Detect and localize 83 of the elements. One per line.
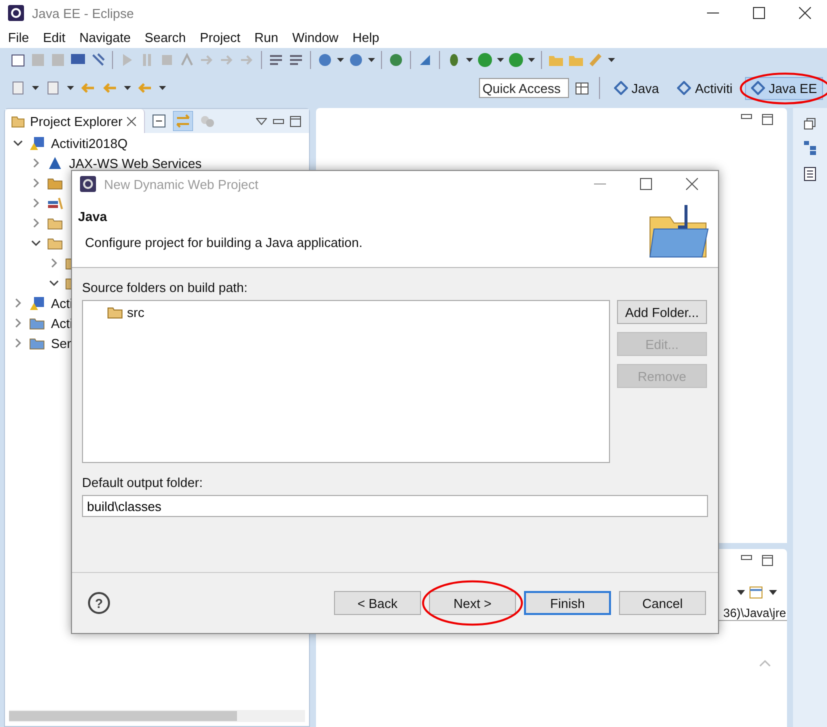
- page-heading: Java: [78, 209, 108, 224]
- minimize-icon[interactable]: [741, 114, 752, 119]
- maximize-icon[interactable]: [290, 116, 301, 126]
- open-perspective-icon[interactable]: [574, 80, 591, 96]
- service-icon: [47, 155, 63, 171]
- dialog-button[interactable]: < Back: [334, 591, 421, 615]
- caret-icon[interactable]: [159, 86, 166, 90]
- package-folder-icon: [107, 305, 123, 319]
- output-folder-field[interactable]: build\classes: [82, 495, 708, 517]
- caret-icon[interactable]: [256, 118, 267, 124]
- page-icon[interactable]: [45, 80, 61, 96]
- page-icon[interactable]: [749, 584, 765, 600]
- caret-icon[interactable]: [769, 590, 777, 594]
- maximize-icon[interactable]: [762, 555, 773, 566]
- eclipse-logo-icon: [8, 5, 24, 21]
- link-icon[interactable]: [173, 111, 194, 131]
- project-icon: [29, 135, 45, 151]
- perspective-tab[interactable]: Java EE: [744, 76, 823, 100]
- dialog-title: New Dynamic Web Project: [104, 176, 258, 192]
- outline-icon[interactable]: [803, 140, 817, 156]
- lines-icon[interactable]: [288, 52, 304, 68]
- perspective-tab[interactable]: Activiti: [671, 76, 739, 100]
- source-folder-list[interactable]: src: [82, 300, 610, 463]
- menu-item[interactable]: Run: [254, 30, 278, 44]
- menu-item[interactable]: Edit: [42, 30, 66, 44]
- caret-icon[interactable]: [124, 86, 131, 90]
- caret-icon[interactable]: [337, 58, 344, 62]
- globe-icon[interactable]: [388, 52, 404, 68]
- console-text: 36)\Java\jre: [723, 606, 786, 620]
- tree-item[interactable]: Activiti2018Q: [51, 136, 128, 150]
- caret-icon[interactable]: [608, 58, 615, 62]
- maximize-icon[interactable]: [753, 7, 765, 19]
- menu-item[interactable]: Project: [200, 30, 240, 44]
- perspective-icon: [750, 81, 765, 95]
- list-icon[interactable]: [803, 166, 817, 182]
- project-icon: [29, 295, 45, 311]
- caret-icon[interactable]: [368, 58, 375, 62]
- restore-icon[interactable]: [804, 118, 816, 130]
- close-icon[interactable]: [799, 7, 811, 19]
- view-tab[interactable]: Project Explorer: [5, 109, 146, 133]
- window-title: Java EE - Eclipse: [32, 6, 134, 20]
- caret-icon[interactable]: [67, 86, 74, 90]
- close-icon[interactable]: [686, 178, 698, 190]
- maximize-icon[interactable]: [762, 114, 773, 125]
- perspective-tab[interactable]: Java: [608, 76, 666, 100]
- eclipse-logo-icon: [80, 176, 96, 192]
- collapse-all-icon[interactable]: [151, 113, 168, 129]
- minimize-icon[interactable]: [273, 118, 284, 124]
- page-icon[interactable]: [10, 52, 26, 68]
- menu-item[interactable]: Window: [292, 30, 338, 44]
- page-description: Configure project for building a Java application.: [84, 235, 364, 250]
- horizontal-scrollbar[interactable]: [9, 710, 305, 722]
- minimize-icon[interactable]: [741, 555, 752, 560]
- side-button[interactable]: Add Folder...: [617, 300, 707, 324]
- menu-item[interactable]: Navigate: [79, 30, 131, 44]
- menu-item[interactable]: File: [8, 30, 29, 44]
- perspective-icon: [677, 81, 692, 95]
- scrollbar-thumb[interactable]: [9, 711, 237, 721]
- dialog-button[interactable]: Finish: [524, 591, 611, 615]
- menu-item[interactable]: Search: [144, 30, 186, 44]
- dialog-button[interactable]: Cancel: [619, 591, 706, 615]
- tree-item[interactable]: Ser: [51, 336, 72, 350]
- caret-icon[interactable]: [737, 590, 745, 594]
- close-icon[interactable]: [127, 116, 136, 126]
- caret-icon[interactable]: [466, 58, 473, 62]
- lines-icon[interactable]: [268, 52, 284, 68]
- scroll-up-icon[interactable]: [759, 659, 771, 667]
- dialog-button[interactable]: Next >: [429, 591, 516, 615]
- page-icon[interactable]: [10, 80, 26, 96]
- folder-icon: [11, 114, 25, 128]
- perspective-icon: [614, 81, 628, 95]
- caret-icon[interactable]: [528, 58, 535, 62]
- caret-icon[interactable]: [497, 58, 504, 62]
- tree-item[interactable]: JAX-WS Web Services: [69, 156, 202, 170]
- caret-icon[interactable]: [32, 86, 39, 90]
- maximize-icon[interactable]: [640, 178, 652, 190]
- quick-access-field[interactable]: Quick Access: [478, 78, 569, 98]
- help-button[interactable]: ?: [88, 592, 110, 614]
- list-item[interactable]: src: [127, 304, 144, 320]
- menu-item[interactable]: Help: [352, 30, 380, 44]
- field-label: Source folders on build path:: [82, 280, 248, 297]
- folder-icon: [648, 203, 710, 259]
- field-label: Default output folder:: [82, 475, 204, 492]
